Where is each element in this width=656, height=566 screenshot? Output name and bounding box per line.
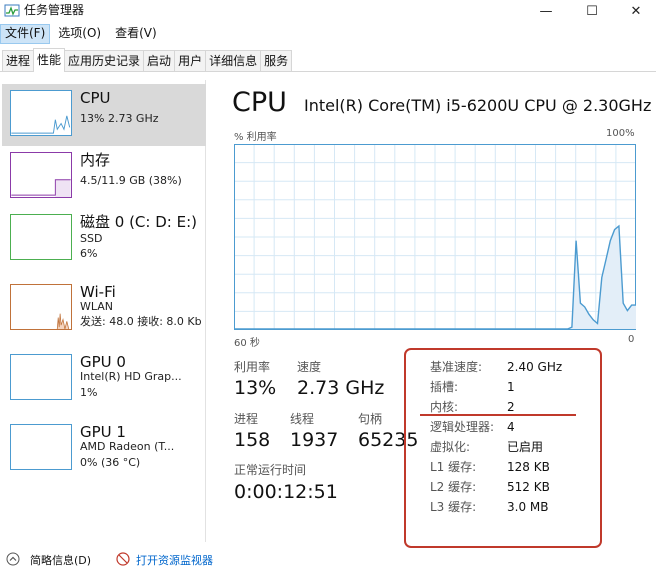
sidebar-disk-usage: 6% [80,247,98,260]
page-title: CPU [232,87,287,118]
processes-value: 158 [234,429,271,451]
sidebar-disk-name: 磁盘 0 (C: D: E:) [80,213,197,231]
resource-monitor-icon [116,552,130,566]
sidebar-item-disk[interactable]: 磁盘 0 (C: D: E:) SSD 6% [2,208,206,270]
uptime-label: 正常运行时间 [234,463,307,477]
sidebar-item-gpu1[interactable]: GPU 1 AMD Radeon (T... 0% (36 °C) [2,418,206,480]
sidebar-gpu1-model: AMD Radeon (T... [80,440,175,453]
minimize-button[interactable]: — [524,0,568,22]
sidebar-gpu1-usage: 0% (36 °C) [80,456,141,469]
tab-processes[interactable]: 进程 [2,50,35,71]
menu-file[interactable]: 文件(F) [0,24,51,44]
sidebar-wifi-name: Wi-Fi [80,283,116,301]
sidebar-wifi-throughput: 发送: 48.0 接收: 8.0 Kb [80,315,202,328]
chevron-up-icon[interactable] [6,552,20,566]
title-bar: 任务管理器 — ☐ ✕ [0,0,656,22]
threads-label: 线程 [290,412,315,426]
sidebar-gpu0-model: Intel(R) HD Grap... [80,370,182,383]
open-resource-monitor-link[interactable]: 打开资源监视器 [136,552,213,566]
speed-value: 2.73 GHz [297,377,385,399]
handles-label: 句柄 [358,412,383,426]
sidebar-gpu0-name: GPU 0 [80,353,126,371]
uptime-value: 0:00:12:51 [234,481,338,503]
maximize-button[interactable]: ☐ [570,0,614,22]
processes-label: 进程 [234,412,259,426]
brief-info-button[interactable]: 简略信息(D) [30,552,91,566]
cpu-mini-graph [10,90,72,136]
sidebar-gpu1-name: GPU 1 [80,423,126,441]
close-button[interactable]: ✕ [614,0,656,22]
cpu-model: Intel(R) Core(TM) i5-6200U CPU @ 2.30GHz [304,96,652,115]
menu-view[interactable]: 查看(V) [111,24,161,44]
gpu0-mini-graph [10,354,72,400]
annotation-box [404,348,602,548]
sidebar-wifi-adapter: WLAN [80,300,114,313]
utilization-value: 13% [234,377,277,399]
menu-options[interactable]: 选项(O) [54,24,105,44]
sidebar-item-gpu0[interactable]: GPU 0 Intel(R) HD Grap... 1% [2,348,206,410]
graph-time-end: 0 [628,334,635,345]
status-footer: 简略信息(D) 打开资源监视器 [0,550,656,566]
sidebar-memory-name: 内存 [80,151,111,169]
memory-mini-graph [10,152,72,198]
wifi-mini-graph [10,284,72,330]
tab-details[interactable]: 详细信息 [205,50,262,71]
speed-label: 速度 [297,360,322,374]
annotation-underline [420,414,576,416]
utilization-label: 利用率 [234,360,271,374]
gpu1-mini-graph [10,424,72,470]
task-manager-icon [4,4,20,17]
sidebar-disk-type: SSD [80,232,103,245]
threads-value: 1937 [290,429,339,451]
window-title: 任务管理器 [24,3,85,17]
sidebar-item-cpu[interactable]: CPU 13% 2.73 GHz [2,84,206,146]
resource-sidebar: CPU 13% 2.73 GHz 内存 4.5/11.9 GB (38%) 磁盘… [0,80,206,542]
sidebar-gpu0-usage: 1% [80,386,98,399]
tab-services[interactable]: 服务 [260,50,293,71]
tab-strip: 进程 性能 应用历史记录 启动 用户 详细信息 服务 [0,48,656,72]
menu-bar: 文件(F) 选项(O) 查看(V) [0,24,161,44]
graph-y-max: 100% [606,128,635,139]
tab-users[interactable]: 用户 [174,50,207,71]
cpu-utilization-graph [234,144,636,330]
sidebar-cpu-name: CPU [80,89,111,107]
tab-app-history[interactable]: 应用历史记录 [64,50,145,71]
graph-time-start: 60 秒 [234,338,260,349]
sidebar-item-wifi[interactable]: Wi-Fi WLAN 发送: 48.0 接收: 8.0 Kb [2,278,206,340]
sidebar-item-memory[interactable]: 内存 4.5/11.9 GB (38%) [2,146,206,208]
tab-startup[interactable]: 启动 [143,50,176,71]
tab-performance[interactable]: 性能 [33,48,66,72]
disk-mini-graph [10,214,72,260]
sidebar-memory-usage: 4.5/11.9 GB (38%) [80,174,182,187]
sidebar-cpu-usage: 13% 2.73 GHz [80,112,159,125]
graph-y-label: % 利用率 [234,132,277,143]
